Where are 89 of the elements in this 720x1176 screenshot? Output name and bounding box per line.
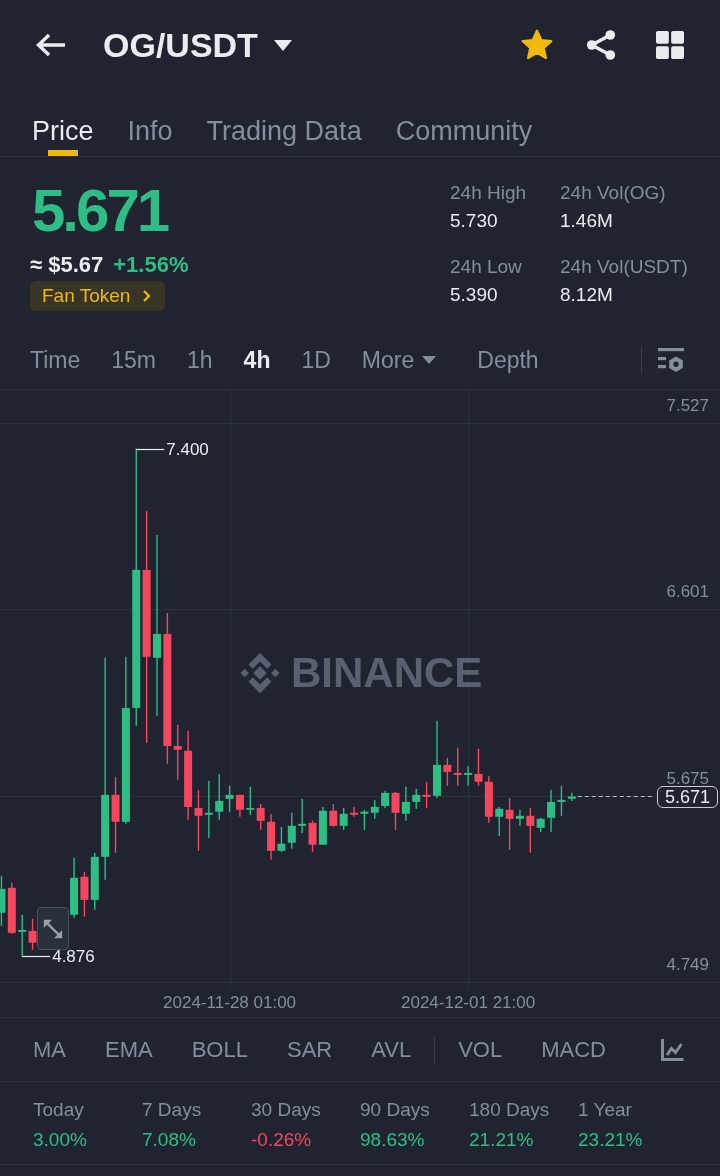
- candlestick: [547, 789, 556, 833]
- axis-label: 4.749: [666, 958, 709, 972]
- stat-value: 1.46M: [560, 209, 614, 233]
- tab[interactable]: Info: [127, 90, 173, 156]
- indicator-tab[interactable]: EMA: [105, 1034, 153, 1065]
- back-arrow-icon[interactable]: [35, 32, 67, 58]
- candlestick: [235, 794, 244, 818]
- period-change: 21.21%: [469, 1128, 535, 1152]
- last-price: 5.671: [32, 179, 168, 243]
- price-marker-label: 4.876: [52, 946, 95, 967]
- period-label: 1 Year: [578, 1098, 633, 1122]
- price-marker-label: 7.400: [166, 439, 209, 460]
- interval-tab[interactable]: Depth: [477, 344, 539, 375]
- period-label: 30 Days: [251, 1098, 322, 1122]
- interval-tab[interactable]: 4h: [243, 344, 271, 375]
- indicator-tab[interactable]: AVL: [371, 1034, 412, 1065]
- token-tag-button[interactable]: Fan Token: [30, 281, 166, 311]
- indicator-tab[interactable]: MA: [33, 1034, 66, 1065]
- candlestick: [339, 807, 348, 831]
- period-change: 23.21%: [578, 1128, 644, 1152]
- indicator-tab[interactable]: VOL: [458, 1034, 503, 1065]
- candlestick: [318, 806, 327, 846]
- stat-label: 24h Vol(USDT): [560, 255, 689, 279]
- candlestick: [370, 799, 379, 820]
- pair-selector-button[interactable]: OG/USDT: [103, 25, 292, 65]
- expand-icon: [42, 917, 64, 940]
- interval-tab[interactable]: Time: [30, 344, 81, 375]
- period-label: Today: [33, 1098, 85, 1122]
- expand-button[interactable]: [37, 907, 69, 950]
- candlestick: [453, 747, 462, 787]
- candlestick: [329, 803, 338, 828]
- chevron-right-icon: [142, 289, 152, 303]
- period-label: 90 Days: [360, 1098, 431, 1122]
- candlestick: [401, 786, 410, 822]
- interval-tab[interactable]: 15m: [111, 344, 156, 375]
- candlestick: [484, 775, 493, 824]
- leader-line: [135, 448, 165, 451]
- indicator-tab[interactable]: MACD: [541, 1034, 606, 1065]
- axis-label: 6.601: [666, 585, 709, 599]
- stat-label: 24h Low: [450, 255, 523, 279]
- caret-down-icon: [273, 39, 292, 51]
- stat-label: 24h Vol(OG): [560, 181, 667, 205]
- settings-icon[interactable]: [658, 346, 684, 373]
- candlestick: [246, 786, 255, 816]
- star-icon[interactable]: [521, 29, 553, 61]
- candlestick: [28, 918, 37, 951]
- indicator-tab[interactable]: SAR: [286, 1034, 333, 1065]
- period-label: 7 Days: [142, 1098, 203, 1122]
- candlestick: [204, 780, 213, 839]
- last-price-tag: 5.671: [656, 785, 718, 808]
- more-dropdown[interactable]: More: [361, 344, 437, 375]
- indicator-tab[interactable]: BOLL: [191, 1034, 248, 1065]
- share-icon[interactable]: [586, 30, 616, 60]
- tab[interactable]: Price: [32, 90, 94, 156]
- tab[interactable]: Trading Data: [206, 90, 362, 156]
- candlestick: [80, 871, 89, 918]
- candlestick: [256, 803, 265, 831]
- chart-watermark: BINANCE: [291, 650, 483, 696]
- stat-label: 24h High: [450, 181, 528, 205]
- candlestick: [443, 757, 452, 787]
- grid-icon[interactable]: [656, 31, 684, 59]
- period-label: 180 Days: [469, 1098, 551, 1122]
- candlestick: [298, 798, 307, 834]
- period-change: 3.00%: [33, 1128, 88, 1152]
- interval-tab[interactable]: 1D: [301, 344, 331, 375]
- stat-value: 5.730: [450, 209, 499, 233]
- leader-line: [21, 955, 51, 958]
- candlestick: [308, 820, 317, 853]
- period-change: 7.08%: [142, 1128, 197, 1152]
- price-change: +1.56%: [113, 251, 189, 279]
- candlestick: [412, 788, 421, 810]
- period-change: 98.63%: [360, 1128, 426, 1152]
- usd-price: ≈ $5.67: [30, 251, 104, 279]
- caret-down-icon: [422, 355, 437, 364]
- candlestick: [287, 812, 296, 850]
- stat-value: 8.12M: [560, 283, 614, 307]
- candlestick: [70, 857, 79, 919]
- tab[interactable]: Community: [395, 90, 533, 156]
- line-chart-icon[interactable]: [660, 1037, 684, 1062]
- stat-value: 5.390: [450, 283, 499, 307]
- candlestick: [90, 852, 99, 911]
- period-change: -0.26%: [251, 1128, 313, 1152]
- axis-label: 7.527: [666, 399, 709, 413]
- axis-label: 2024-11-28 01:00: [163, 993, 297, 1013]
- candlestick: [422, 781, 431, 809]
- axis-label: 2024-12-01 21:00: [401, 993, 536, 1013]
- candlestick: [18, 914, 27, 958]
- axis-label: 5.675: [666, 772, 709, 786]
- interval-tab[interactable]: 1h: [187, 344, 213, 375]
